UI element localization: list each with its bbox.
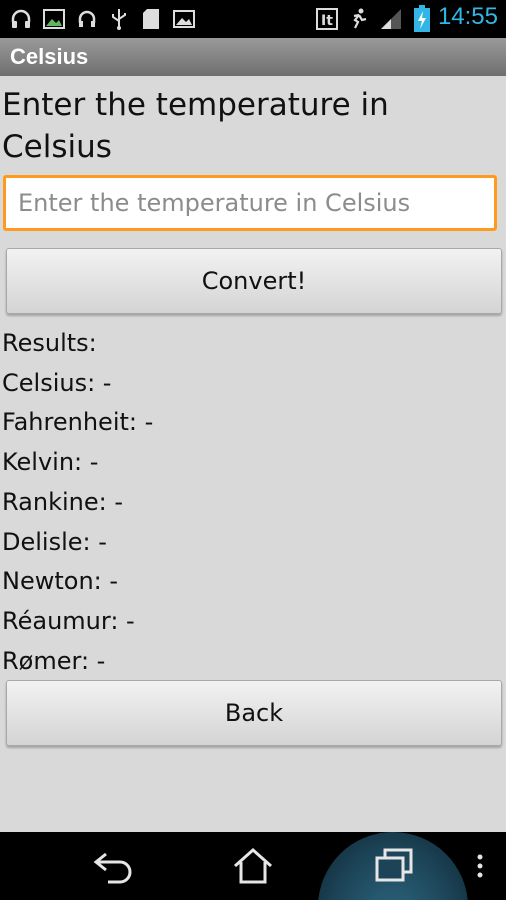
back-button[interactable]: Back: [6, 680, 502, 746]
battery-charging-icon: [410, 5, 434, 33]
signal-icon: [378, 5, 406, 33]
rankine-result: Rankine: -: [2, 487, 123, 516]
sd-card-icon: [138, 5, 164, 33]
it-icon: It: [314, 5, 340, 33]
convert-button[interactable]: Convert!: [6, 248, 502, 314]
kelvin-result: Kelvin: -: [2, 448, 99, 477]
romer-result: Rømer: -: [2, 646, 106, 675]
headphones-icon: [8, 5, 34, 33]
results-list: Results: Celsius: - Fahrenheit: - Kelvin…: [2, 324, 153, 681]
celsius-input[interactable]: [3, 175, 497, 231]
celsius-result: Celsius: -: [2, 368, 112, 397]
svg-text:It: It: [321, 13, 333, 29]
back-nav-icon[interactable]: [84, 842, 144, 890]
reaumur-result: Réaumur: -: [2, 606, 135, 635]
newton-result: Newton: -: [2, 567, 119, 596]
page-heading: Enter the temperature in Celsius: [2, 87, 389, 165]
status-bar: It 14:55: [0, 0, 506, 38]
recent-apps-icon[interactable]: [363, 842, 423, 890]
screenshot-icon: [40, 5, 68, 33]
fahrenheit-result: Fahrenheit: -: [2, 408, 154, 437]
delisle-result: Delisle: -: [2, 527, 107, 556]
title-bar: Celsius: [0, 38, 506, 77]
home-nav-icon[interactable]: [223, 842, 283, 890]
navigation-bar: [0, 832, 506, 900]
running-icon: [346, 5, 372, 33]
image-icon: [170, 5, 198, 33]
usb-icon: [106, 5, 132, 33]
app-title: Celsius: [10, 44, 89, 69]
results-header: Results:: [2, 329, 97, 357]
headset-icon: [74, 5, 100, 33]
overflow-menu-icon[interactable]: [460, 842, 500, 890]
main-content: Enter the temperature in Celsius Convert…: [0, 76, 506, 832]
clock: 14:55: [437, 3, 498, 30]
